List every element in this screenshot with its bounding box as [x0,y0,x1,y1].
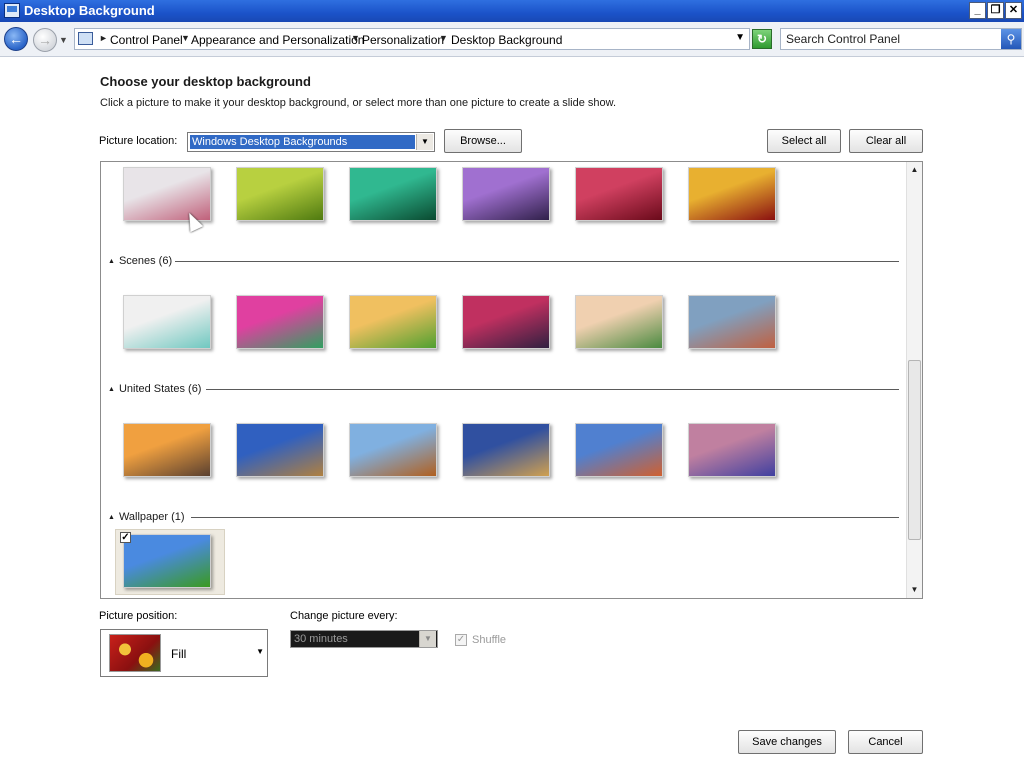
title-bar: Desktop Background _ ❐ ✕ [0,0,1024,22]
collapse-icon[interactable]: ▲ [108,386,115,393]
wallpaper-thumbnail[interactable] [575,295,663,349]
picture-grid[interactable]: ▲ Scenes (6) ▲ United States (6) ▲ Wallpape… [100,161,923,599]
wallpaper-thumbnail[interactable] [123,423,211,477]
group-divider [191,517,899,518]
search-box: ⚲ [780,28,1022,50]
wallpaper-thumbnail[interactable] [575,423,663,477]
group-header-united-states[interactable]: ▲ United States (6) [108,383,201,395]
shuffle-label: Shuffle [472,634,507,646]
clear-all-button[interactable]: Clear all [849,129,923,153]
group-label: Wallpaper (1) [118,511,185,523]
wallpaper-thumbnail[interactable] [349,167,437,221]
collapse-icon[interactable]: ▲ [108,514,115,521]
wallpaper-thumbnail[interactable] [462,295,550,349]
group-divider [206,389,899,390]
wallpaper-checkbox[interactable]: ✓ [120,532,131,543]
breadcrumb-control-panel[interactable]: Control Panel [110,33,183,47]
refresh-icon[interactable]: ↻ [752,29,772,49]
change-picture-interval-value: 30 minutes [294,633,348,645]
wallpaper-thumbnail[interactable] [236,423,324,477]
collapse-icon[interactable]: ▲ [108,258,115,265]
wallpaper-thumbnail[interactable] [349,295,437,349]
wallpaper-thumbnail[interactable] [462,167,550,221]
group-header-wallpaper[interactable]: ▲ Wallpaper (1) [108,511,185,523]
change-picture-label: Change picture every: [290,610,398,622]
group-divider [175,261,899,262]
group-label: Scenes (6) [118,255,173,267]
forward-button[interactable]: → [33,28,57,52]
control-panel-icon [78,32,93,45]
wallpaper-thumbnail[interactable] [236,167,324,221]
wallpaper-thumbnail[interactable] [688,167,776,221]
picture-position-value: Fill [171,647,187,661]
search-icon[interactable]: ⚲ [1001,29,1021,49]
wallpaper-thumbnail[interactable] [688,423,776,477]
wallpaper-thumbnail[interactable] [236,295,324,349]
chevron-down-icon[interactable]: ▼ [256,647,264,656]
breadcrumb-appearance[interactable]: Appearance and Personalization [191,33,364,47]
desktop-background-icon [4,3,20,18]
recent-pages-dropdown[interactable]: ▼ [59,35,68,45]
search-input[interactable] [783,30,1003,47]
shuffle-checkbox[interactable]: ✓ [455,634,467,646]
vertical-scrollbar[interactable]: ▲ ▼ [906,162,922,598]
back-button[interactable]: ← [4,27,28,51]
wallpaper-thumbnail[interactable] [688,295,776,349]
chevron-down-icon[interactable]: ▼ [181,33,190,43]
wallpaper-thumbnail[interactable] [123,295,211,349]
address-bar: ← → ▼ ► Control Panel ▼ Appearance and P… [0,22,1024,57]
chevron-down-icon[interactable]: ▼ [416,134,433,150]
maximize-button[interactable]: ❐ [987,2,1004,19]
save-changes-button[interactable]: Save changes [738,730,836,754]
group-label: United States (6) [118,383,202,395]
change-picture-interval-select[interactable]: 30 minutes ▼ [290,630,438,648]
picture-location-value: Windows Desktop Backgrounds [190,135,415,149]
scroll-thumb[interactable] [908,360,921,540]
picture-location-label: Picture location: [99,135,178,147]
breadcrumb[interactable]: ► Control Panel ▼ Appearance and Persona… [74,28,750,50]
wallpaper-thumbnail[interactable] [349,423,437,477]
breadcrumb-personalization[interactable]: Personalization [362,33,444,47]
chevron-down-icon[interactable]: ▼ [439,33,448,43]
address-history-dropdown[interactable]: ▼ [735,32,745,43]
select-all-button[interactable]: Select all [767,129,841,153]
window-title: Desktop Background [24,3,155,18]
group-header-scenes[interactable]: ▲ Scenes (6) [108,255,172,267]
picture-position-label: Picture position: [99,610,178,622]
wallpaper-thumbnail[interactable] [462,423,550,477]
breadcrumb-desktop-background[interactable]: Desktop Background [451,33,562,47]
minimize-button[interactable]: _ [969,2,986,19]
wallpaper-thumbnail[interactable] [575,167,663,221]
cancel-button[interactable]: Cancel [848,730,923,754]
scroll-up-icon[interactable]: ▲ [907,162,922,178]
browse-button[interactable]: Browse... [444,129,522,153]
chevron-down-icon[interactable]: ▼ [351,33,360,43]
picture-location-select[interactable]: Windows Desktop Backgrounds ▼ [187,132,435,152]
chevron-right-icon[interactable]: ► [99,33,108,43]
wallpaper-thumbnail[interactable] [123,534,211,588]
close-button[interactable]: ✕ [1005,2,1022,19]
wallpaper-thumbnail[interactable] [123,167,211,221]
position-preview-image [109,634,161,672]
page-title: Choose your desktop background [100,74,311,89]
scroll-down-icon[interactable]: ▼ [907,582,922,598]
picture-position-select[interactable]: Fill ▼ [100,629,268,677]
chevron-down-icon[interactable]: ▼ [419,631,436,647]
page-subtitle: Click a picture to make it your desktop … [100,97,617,109]
